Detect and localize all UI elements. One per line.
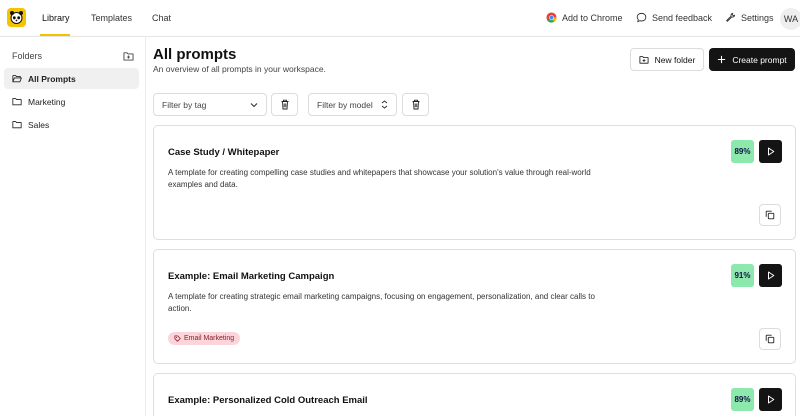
tab-library[interactable]: Library — [42, 13, 70, 23]
page-subtitle: An overview of all prompts in your works… — [153, 64, 326, 74]
user-avatar[interactable]: WA — [780, 8, 800, 30]
filter-by-tag-placeholder: Filter by tag — [162, 99, 207, 110]
score-badge: 91% — [731, 264, 754, 287]
prompt-card[interactable]: Example: Personalized Cold Outreach Emai… — [153, 373, 796, 416]
folder-icon — [12, 121, 22, 129]
prompt-tag-label: Email Marketing — [184, 335, 235, 342]
add-to-chrome-link[interactable]: Add to Chrome — [546, 12, 623, 23]
trash-icon — [281, 99, 288, 110]
send-feedback-label: Send feedback — [652, 12, 713, 23]
chevron-down-icon — [250, 102, 258, 107]
filter-by-model-select[interactable]: Filter by model — [308, 93, 397, 116]
new-folder-label: New folder — [654, 54, 696, 65]
chevron-updown-icon — [381, 100, 388, 109]
prompt-card[interactable]: Case Study / Whitepaper A template for c… — [153, 125, 796, 240]
tag-icon — [174, 335, 181, 342]
trash-icon — [412, 99, 419, 110]
active-tab-indicator — [40, 34, 70, 36]
folder-plus-icon — [123, 52, 134, 61]
play-icon — [767, 395, 774, 404]
tab-chat[interactable]: Chat — [152, 13, 171, 23]
sidebar-item-sales[interactable]: Sales — [4, 114, 139, 135]
panda-logo-icon — [10, 11, 23, 24]
settings-label: Settings — [741, 12, 774, 23]
add-to-chrome-label: Add to Chrome — [562, 12, 623, 23]
wrench-icon — [726, 12, 736, 22]
prompt-title: Example: Personalized Cold Outreach Emai… — [168, 395, 368, 406]
new-folder-button[interactable]: New folder — [630, 48, 704, 71]
filter-by-model-placeholder: Filter by model — [317, 99, 373, 110]
run-prompt-button[interactable] — [759, 388, 782, 411]
play-icon — [767, 271, 774, 280]
run-prompt-button[interactable] — [759, 140, 782, 163]
settings-link[interactable]: Settings — [725, 12, 774, 23]
create-prompt-button[interactable]: Create prompt — [709, 48, 795, 71]
prompt-description: A template for creating compelling case … — [168, 168, 591, 189]
sidebar-item-label: Marketing — [28, 96, 66, 107]
score-badge: 89% — [731, 140, 754, 163]
create-prompt-label: Create prompt — [732, 54, 787, 65]
clear-tag-filter-button[interactable] — [271, 93, 298, 116]
run-prompt-button[interactable] — [759, 264, 782, 287]
prompt-description: A template for creating strategic email … — [168, 292, 595, 313]
score-badge: 89% — [731, 388, 754, 411]
prompt-card[interactable]: Example: Email Marketing Campaign A temp… — [153, 249, 796, 364]
filter-by-tag-select[interactable]: Filter by tag — [153, 93, 267, 116]
chat-bubble-icon — [636, 12, 647, 23]
folder-open-icon — [12, 75, 22, 83]
copy-prompt-button[interactable] — [759, 328, 781, 350]
sidebar-item-label: All Prompts — [28, 73, 76, 84]
copy-icon — [765, 210, 775, 220]
chrome-icon — [546, 12, 557, 23]
prompt-title: Case Study / Whitepaper — [168, 147, 280, 158]
page-title: All prompts — [153, 46, 237, 63]
send-feedback-link[interactable]: Send feedback — [636, 12, 712, 23]
sidebar-item-label: Sales — [28, 119, 50, 130]
folder-plus-icon — [639, 56, 649, 64]
prompt-title: Example: Email Marketing Campaign — [168, 271, 335, 282]
folder-icon — [12, 98, 22, 106]
sidebar: Folders All Prompts Marketing Sales — [0, 37, 146, 416]
top-nav-bar: Library Templates Chat Add to Chrome Sen… — [0, 0, 800, 37]
copy-prompt-button[interactable] — [759, 204, 781, 226]
prompt-tag[interactable]: Email Marketing — [168, 332, 241, 345]
sidebar-item-all-prompts[interactable]: All Prompts — [4, 68, 139, 89]
app-logo[interactable] — [7, 8, 26, 27]
sidebar-item-marketing[interactable]: Marketing — [4, 91, 139, 112]
folders-heading: Folders — [12, 51, 43, 61]
add-folder-button[interactable] — [123, 51, 134, 63]
clear-model-filter-button[interactable] — [402, 93, 429, 116]
play-icon — [767, 147, 774, 156]
tab-templates[interactable]: Templates — [91, 13, 132, 23]
plus-icon — [718, 55, 726, 64]
copy-icon — [765, 334, 775, 344]
